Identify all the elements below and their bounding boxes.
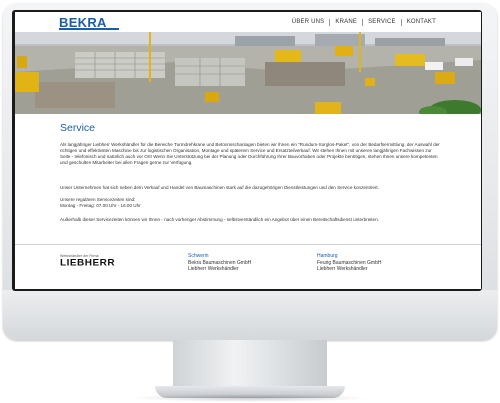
logo-underline [59, 28, 119, 30]
footer-divider [15, 244, 481, 245]
nav-ueber-uns[interactable]: ÜBER UNS [287, 19, 330, 26]
company-paragraph: Unser Unternehmen hat sich neben dem Ver… [60, 185, 379, 190]
screen: BEKRA ÜBER UNS KRANE SERVICE KONTAKT Ser… [15, 12, 481, 289]
partner-label: Werkshändler der Firma [60, 254, 99, 258]
location-role: Liebherr Werkshändler [188, 266, 239, 272]
monitor-stand-neck [173, 340, 327, 388]
intro-paragraph: Als langjähriger Liebherr Werkshändler f… [60, 142, 440, 165]
nav-kontakt[interactable]: KONTAKT [400, 19, 441, 26]
monitor-shadow [130, 394, 370, 402]
location-hamburg: Hamburg Feurig Baumaschinen GmbH Liebher… [317, 253, 381, 273]
standby-paragraph: Außerhalb dieser Servicezeiten können wi… [60, 217, 379, 222]
main-nav: ÜBER UNS KRANE SERVICE KONTAKT [287, 19, 441, 26]
site-header: BEKRA ÜBER UNS KRANE SERVICE KONTAKT [15, 12, 481, 32]
nav-krane[interactable]: KRANE [329, 19, 362, 26]
nav-service[interactable]: SERVICE [362, 19, 401, 26]
construction-site-illustration [15, 32, 481, 114]
hero-image-construction-site [15, 32, 481, 114]
location-role: Liebherr Werkshändler [317, 266, 368, 272]
liebherr-logo[interactable]: LIEBHERR [60, 259, 115, 269]
location-schwerin: Schwerin Bekra Baumaschinen GmbH Liebher… [188, 253, 251, 273]
monitor-chin [3, 290, 497, 340]
service-hours: Montag - Freitag: 07.00 Uhr - 16.00 Uhr [60, 203, 141, 208]
page-title: Service [60, 122, 96, 134]
